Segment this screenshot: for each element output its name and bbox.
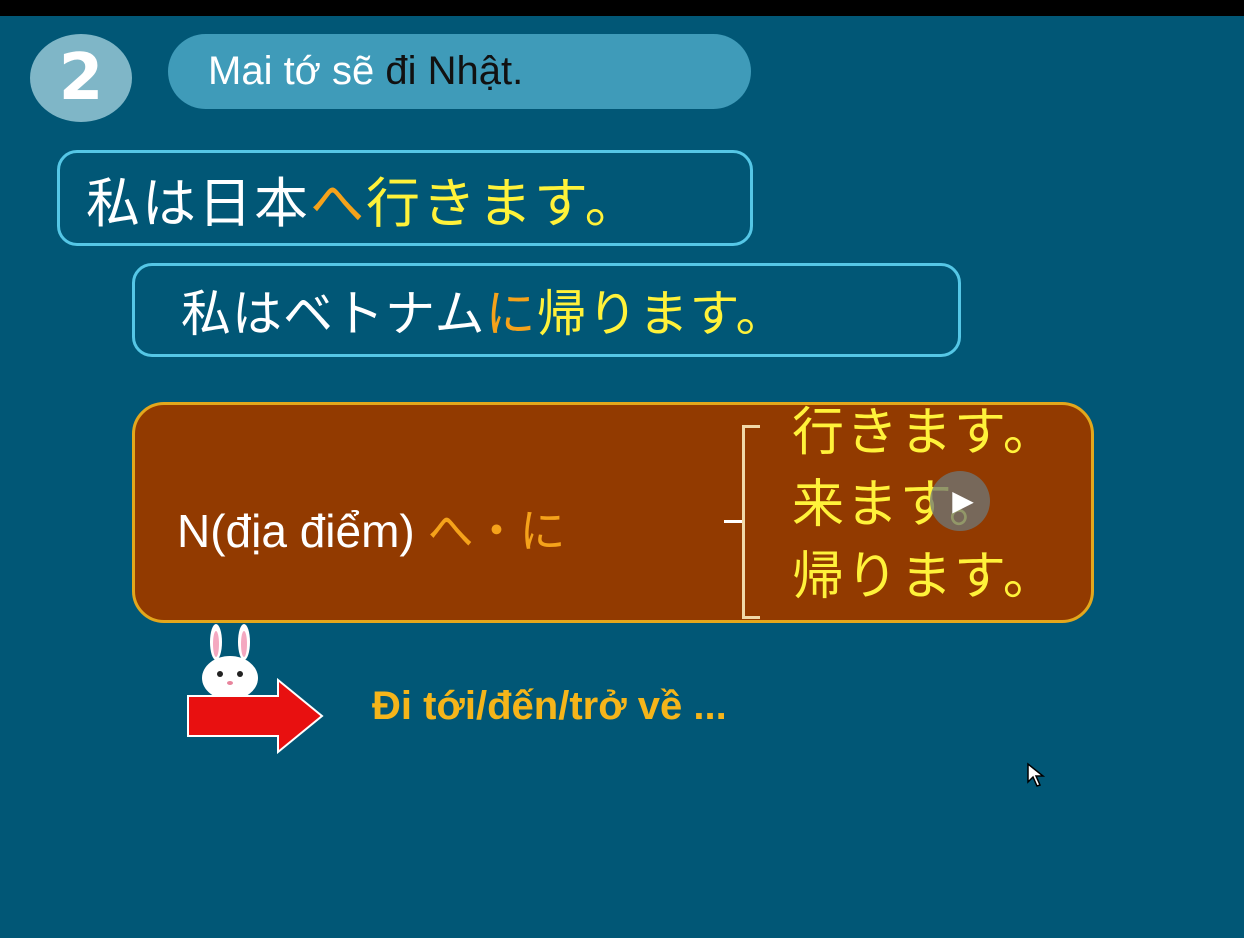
grammar-noun-part: N(địa điểm) へ・に [177,495,566,561]
grammar-verb: 行きます。 [792,403,1057,463]
lesson-title: Mai tớ sẽ đi Nhật. [168,34,751,109]
example-particle: に [485,285,537,343]
example-subject: 私は日本 [86,171,310,235]
arrow-icon [187,678,324,754]
mouse-cursor-icon [1027,762,1046,787]
play-icon: ▶ [952,484,974,517]
meaning-text: Đi tới/đến/trở về ... [372,684,727,728]
grammar-verb: 来ます。 [792,475,1003,535]
example-verb: 行きます。 [366,171,641,235]
example-particle: へ [310,171,366,235]
example-verb: 帰ります。 [536,285,787,343]
grammar-particles: へ・に [427,504,566,558]
grammar-verb-list: 行きます。 来ます。 帰ります。 [792,397,1057,613]
example-subject: 私はベトナム [181,285,486,343]
bracket [742,425,760,619]
lesson-title-part1: Mai tớ sẽ [208,49,386,93]
grammar-verb: 帰ります。 [792,547,1057,607]
lesson-number-badge: 2 [30,34,132,122]
bracket-stem [724,520,742,523]
lesson-title-part2: đi Nhật. [385,49,524,93]
play-button[interactable]: ▶ [930,471,990,531]
example-sentence-1: 私は日本へ行きます。 [57,150,753,246]
example-sentence-2: 私はベトナムに帰ります。 [132,263,961,357]
top-bar [0,0,1244,16]
grammar-noun-label: N(địa điểm) [177,505,428,557]
